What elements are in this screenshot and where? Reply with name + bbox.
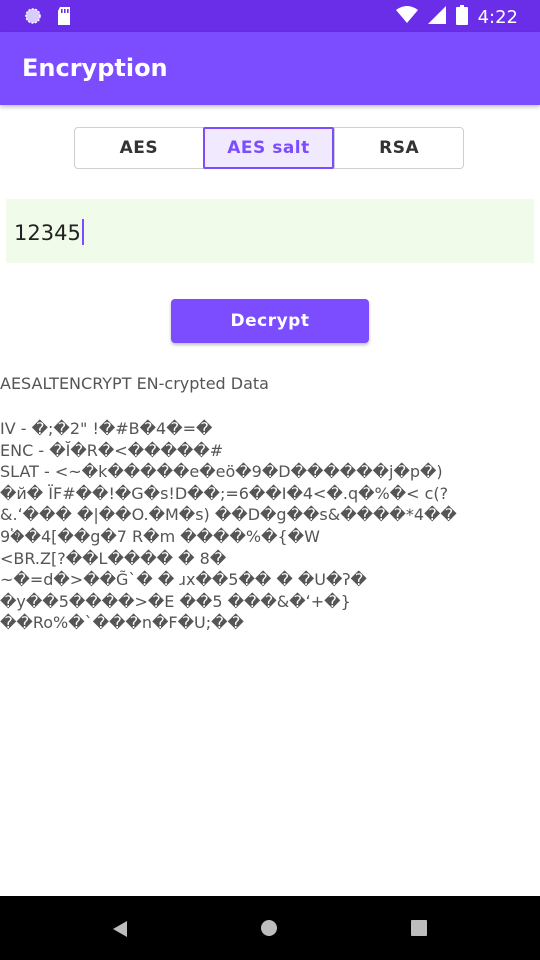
text-caret: [81, 219, 84, 245]
sd-card-icon: [56, 6, 72, 31]
output-line: ENC - �Ĭ�R�<�����#: [0, 440, 224, 460]
status-time: 4:22: [477, 6, 518, 28]
output-line: �й� ÏF#��!�G�s!D��;=6��I�4<�.q�%�< c(?: [0, 483, 449, 503]
text-input-field[interactable]: 12345: [6, 199, 534, 263]
output-line: IV - �;�2" !�#B�4�=�: [0, 419, 213, 438]
encrypted-output: IV - �;�2" !�#B�4�=� ENC - �Ĭ�R�<�����…: [0, 418, 538, 634]
output-line: 9�ٝ�4[��g�7 R�m ����%�{�W: [0, 526, 320, 546]
tab-aes-salt[interactable]: AES salt: [202, 127, 335, 169]
output-line: SLAT - <~�k�����e�eö�9�D������j�p�): [0, 462, 443, 482]
back-icon[interactable]: [112, 920, 128, 943]
input-value: 12345: [14, 221, 81, 245]
input-value-container: 12345: [14, 219, 84, 245]
decrypt-button[interactable]: Decrypt: [171, 299, 369, 343]
status-bar: 4:22: [0, 0, 540, 32]
home-icon[interactable]: [261, 920, 277, 936]
circle-notification-icon: [24, 7, 42, 30]
recents-icon[interactable]: [411, 920, 427, 936]
output-line: <BR.Z[?��L���� � 8�: [0, 548, 227, 568]
navigation-bar: [0, 896, 540, 960]
output-line: ~�=d�>��G̃`� � ɹx��5�� � �U�ʔ�: [0, 570, 367, 590]
app-bar: Encryption: [0, 32, 540, 105]
wifi-icon: [395, 6, 418, 29]
tab-rsa[interactable]: RSA: [334, 128, 463, 168]
output-line: ��Ro%�`���n�F�U;��: [0, 613, 244, 633]
output-line: &.ʻ��� �|��O.�M�s) ��D�g��s&����*4��: [0, 505, 457, 525]
page-title: Encryption: [22, 54, 168, 82]
mode-toggle-group: AES AES salt RSA: [74, 127, 464, 169]
battery-icon: [455, 5, 468, 30]
tab-aes[interactable]: AES: [75, 128, 203, 168]
output-line: �y��5����>�E ��5 ���&�ʻ+�}: [0, 591, 351, 611]
output-title: AESALTENCRYPT EN-crypted Data: [0, 374, 269, 393]
signal-icon: [427, 6, 446, 29]
